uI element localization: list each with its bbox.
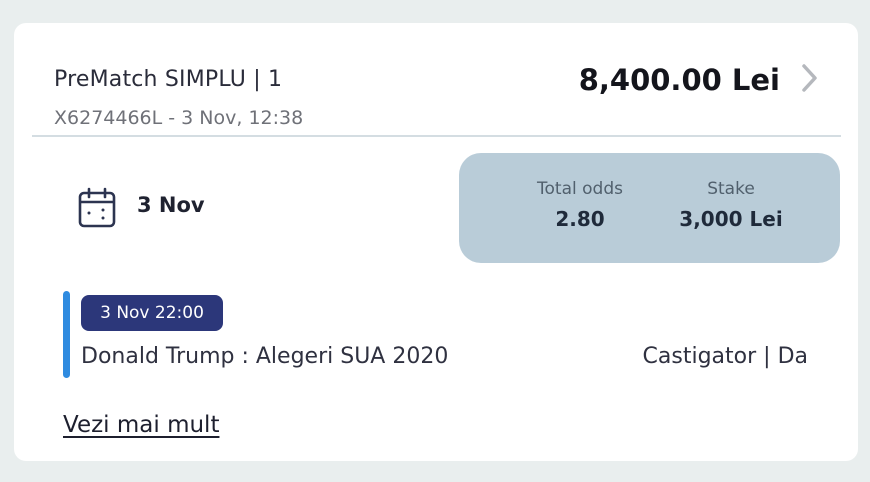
divider [32,135,841,137]
event-time-badge: 3 Nov 22:00 [81,295,223,331]
calendar-icon [78,187,116,228]
total-odds-label: Total odds [537,179,623,199]
see-more-link[interactable]: Vezi mai mult [63,412,219,438]
total-odds-value: 2.80 [555,207,605,231]
event-name: Donald Trump : Alegeri SUA 2020 [81,344,449,369]
bet-title: PreMatch SIMPLU | 1 [54,67,283,92]
potential-win-amount: 8,400.00 Lei [578,63,780,97]
stake-label: Stake [707,179,755,199]
bet-card[interactable]: PreMatch SIMPLU | 1 X6274466L - 3 Nov, 1… [14,23,858,461]
event-accent-bar [63,291,70,378]
ticket-info: X6274466L - 3 Nov, 12:38 [54,107,304,129]
odds-summary: Total odds 2.80 Stake 3,000 Lei [459,153,840,263]
bet-date: 3 Nov [137,193,205,217]
stake: Stake 3,000 Lei [656,179,806,231]
total-odds: Total odds 2.80 [519,179,641,231]
event-selection: Castigator | Da [642,344,808,369]
stake-value: 3,000 Lei [679,207,783,231]
chevron-right-icon[interactable] [796,61,822,95]
